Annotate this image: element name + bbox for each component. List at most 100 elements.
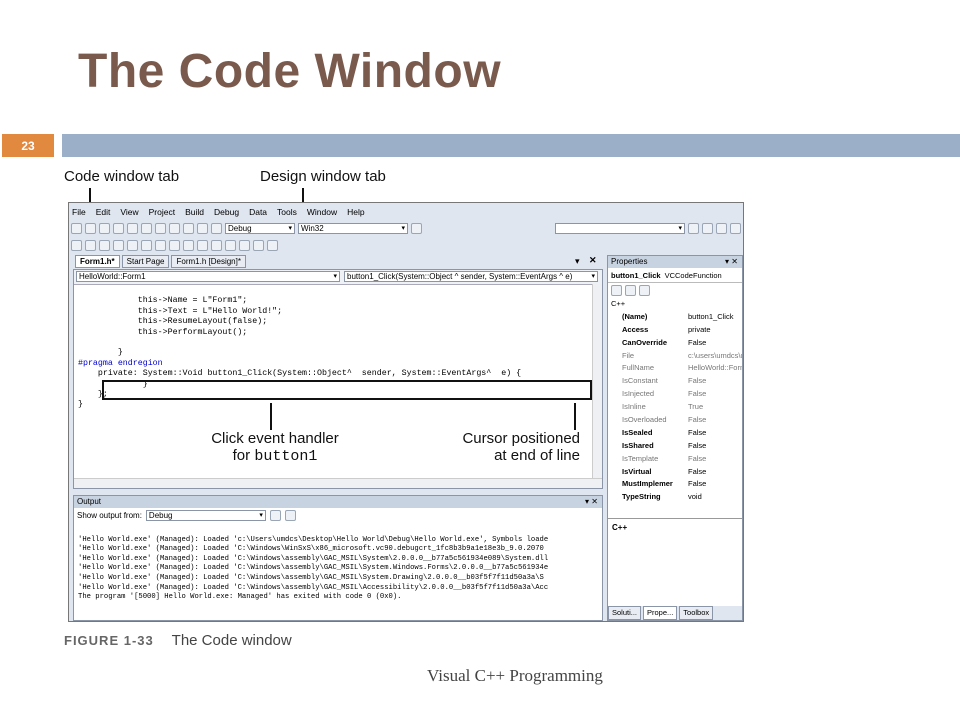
platform-select[interactable]: Win32 <box>298 222 408 234</box>
property-value[interactable]: private <box>688 325 742 334</box>
tab-form1-code[interactable]: Form1.h* <box>75 255 120 268</box>
property-value[interactable]: void <box>688 492 742 501</box>
property-row[interactable]: MustImplemer False <box>608 477 742 490</box>
menu-debug[interactable]: Debug <box>213 207 240 217</box>
tab-dropdown-icon[interactable]: ▾ <box>575 256 580 267</box>
output-line: 'Hello World.exe' (Managed): Loaded 'C:\… <box>78 564 549 573</box>
property-value[interactable]: False <box>688 441 742 450</box>
menu-window[interactable]: Window <box>306 207 338 217</box>
close-tab-icon[interactable]: ✕ <box>589 255 597 266</box>
class-select[interactable]: HelloWorld::Form1 <box>76 271 340 282</box>
output-line: 'Hello World.exe' (Managed): Loaded 'C:\… <box>78 545 544 554</box>
clear-all-icon[interactable] <box>269 510 281 521</box>
vertical-spacing-icon[interactable] <box>225 239 236 251</box>
property-value[interactable]: button1_Click <box>688 312 742 321</box>
config-select[interactable]: Debug <box>225 222 295 234</box>
send-to-back-icon[interactable] <box>253 239 264 251</box>
property-value[interactable]: False <box>688 389 742 398</box>
property-row[interactable]: IsInline True <box>608 400 742 413</box>
toolbox-icon[interactable] <box>716 222 727 234</box>
editor-navigation-bar: HelloWorld::Form1 button1_Click(System::… <box>74 270 602 285</box>
tab-order-icon[interactable] <box>267 239 278 251</box>
align-bottoms-icon[interactable] <box>141 239 152 251</box>
redo-icon[interactable] <box>197 222 208 234</box>
make-same-width-icon[interactable] <box>155 239 166 251</box>
cut-icon[interactable] <box>141 222 152 234</box>
member-select[interactable]: button1_Click(System::Object ^ sender, S… <box>344 271 598 282</box>
menu-view[interactable]: View <box>119 207 139 217</box>
menu-help[interactable]: Help <box>346 207 365 217</box>
add-item-icon[interactable] <box>85 222 96 234</box>
make-same-height-icon[interactable] <box>169 239 180 251</box>
save-all-icon[interactable] <box>127 222 138 234</box>
horizontal-scrollbar[interactable] <box>74 478 602 488</box>
property-row[interactable]: File c:\users\umdcs\de <box>608 349 742 362</box>
property-row[interactable]: IsInjected False <box>608 387 742 400</box>
menu-data[interactable]: Data <box>248 207 268 217</box>
property-row[interactable]: IsSealed False <box>608 426 742 439</box>
property-value[interactable]: c:\users\umdcs\de <box>688 351 742 360</box>
vertical-scrollbar[interactable] <box>592 284 602 479</box>
start-page-icon[interactable] <box>730 222 741 234</box>
bring-to-front-icon[interactable] <box>239 239 250 251</box>
align-lefts-icon[interactable] <box>71 239 82 251</box>
property-row[interactable]: CanOverride False <box>608 336 742 349</box>
open-file-icon[interactable] <box>99 222 110 234</box>
copy-icon[interactable] <box>155 222 166 234</box>
align-rights-icon[interactable] <box>99 239 110 251</box>
property-row[interactable]: IsVirtual False <box>608 465 742 478</box>
menu-edit[interactable]: Edit <box>95 207 112 217</box>
align-tops-icon[interactable] <box>113 239 124 251</box>
property-row[interactable]: IsShared False <box>608 439 742 452</box>
property-row[interactable]: IsTemplate False <box>608 452 742 465</box>
output-close-icon[interactable]: ▾ ✕ <box>585 496 598 508</box>
ide-window: File Edit View Project Build Debug Data … <box>68 202 744 622</box>
property-row[interactable]: TypeString void <box>608 490 742 503</box>
code-text[interactable]: this->Name = L"Form1"; this->Text = L"He… <box>78 286 521 432</box>
property-pages-icon[interactable] <box>639 284 650 296</box>
tab-solution-explorer[interactable]: Soluti... <box>608 606 642 620</box>
properties-icon[interactable] <box>702 222 713 234</box>
solution-explorer-icon[interactable] <box>688 222 699 234</box>
tab-toolbox[interactable]: Toolbox <box>679 606 714 620</box>
property-value[interactable]: HelloWorld::Form1 <box>688 363 742 372</box>
start-debug-icon[interactable] <box>211 222 222 234</box>
align-centers-icon[interactable] <box>85 239 96 251</box>
paste-icon[interactable] <box>169 222 180 234</box>
tab-start-page[interactable]: Start Page <box>121 255 170 268</box>
alphabetical-icon[interactable] <box>625 284 636 296</box>
property-value[interactable]: True <box>688 402 742 411</box>
property-value[interactable]: False <box>688 415 742 424</box>
menu-project[interactable]: Project <box>148 207 176 217</box>
align-middles-icon[interactable] <box>127 239 138 251</box>
property-value[interactable]: False <box>688 454 742 463</box>
menu-tools[interactable]: Tools <box>276 207 298 217</box>
tab-form1-design[interactable]: Form1.h [Design]* <box>171 255 246 268</box>
size-to-grid-icon[interactable] <box>197 239 208 251</box>
output-source-select[interactable]: Debug <box>145 510 266 521</box>
menu-build[interactable]: Build <box>184 207 205 217</box>
new-project-icon[interactable] <box>71 222 82 234</box>
property-value[interactable]: False <box>688 479 742 488</box>
properties-object-select[interactable]: button1_Click VCCodeFunction <box>608 268 742 283</box>
menu-file[interactable]: File <box>71 207 87 217</box>
undo-icon[interactable] <box>183 222 194 234</box>
horizontal-spacing-icon[interactable] <box>211 239 222 251</box>
property-value[interactable]: False <box>688 376 742 385</box>
property-value[interactable]: False <box>688 428 742 437</box>
property-value[interactable]: False <box>688 467 742 476</box>
property-value[interactable]: False <box>688 338 742 347</box>
property-row[interactable]: IsConstant False <box>608 374 742 387</box>
save-icon[interactable] <box>113 222 124 234</box>
properties-close-icon[interactable]: ▾ ✕ <box>725 256 738 268</box>
find-combo[interactable] <box>555 222 685 234</box>
categorized-icon[interactable] <box>611 284 622 296</box>
tab-properties[interactable]: Prope... <box>643 606 678 620</box>
property-row[interactable]: (Name) button1_Click <box>608 310 742 323</box>
make-same-size-icon[interactable] <box>183 239 194 251</box>
find-icon[interactable] <box>411 222 422 234</box>
word-wrap-icon[interactable] <box>284 510 296 521</box>
property-row[interactable]: FullName HelloWorld::Form1 <box>608 361 742 374</box>
property-row[interactable]: Access private <box>608 323 742 336</box>
property-row[interactable]: IsOverloaded False <box>608 413 742 426</box>
